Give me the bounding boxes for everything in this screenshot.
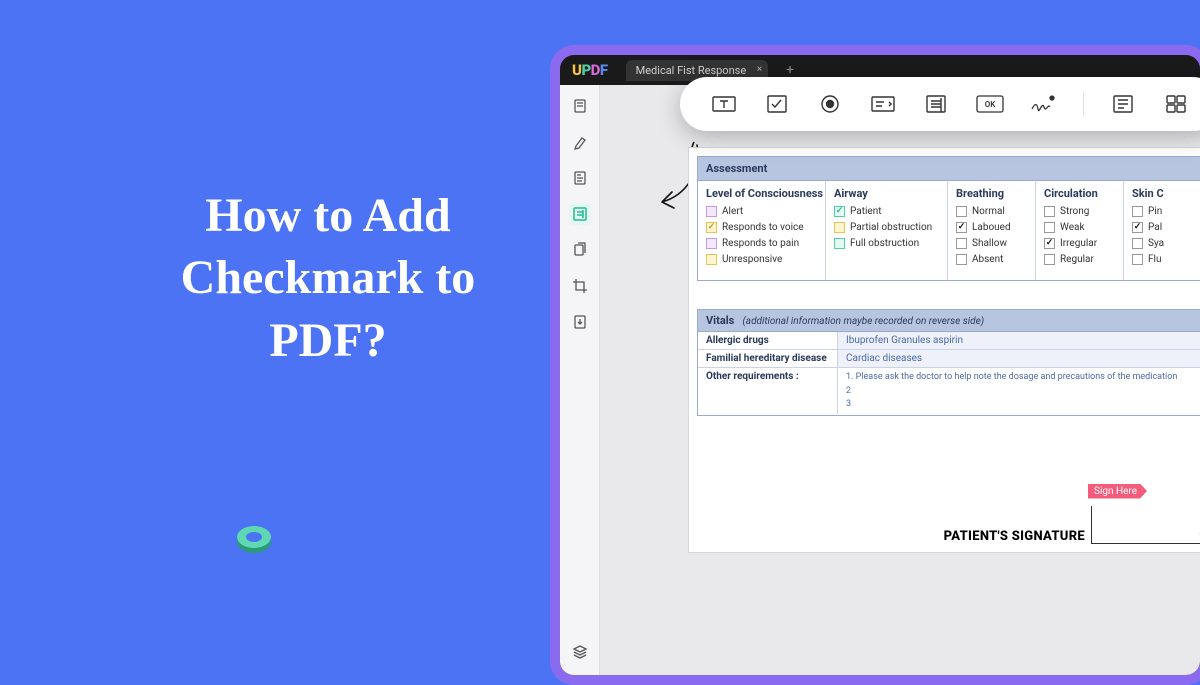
document-canvas: OK Assessment Level of Consciousness Ale… — [600, 85, 1200, 675]
checkbox-label: Sya — [1148, 238, 1164, 249]
vitals-value[interactable]: 1. Please ask the doctor to help note th… — [838, 368, 1200, 415]
add-tab-button[interactable]: + — [786, 62, 794, 78]
checkbox[interactable] — [956, 222, 967, 233]
vitals-section: Vitals (additional information maybe rec… — [697, 309, 1200, 416]
form-toolbar: OK — [680, 77, 1200, 131]
checkbox-label: Normal — [972, 206, 1005, 217]
checkbox-label: Weak — [1060, 222, 1085, 233]
checkbox[interactable] — [1044, 238, 1055, 249]
checkbox-label: Patient — [850, 206, 882, 217]
checkbox-label: Laboued — [972, 222, 1011, 233]
form-icon[interactable] — [569, 203, 591, 225]
col-title: Airway — [834, 187, 939, 200]
checkbox[interactable] — [1132, 222, 1143, 233]
vitals-label: Familial hereditary disease — [698, 350, 838, 367]
checkbox[interactable] — [706, 238, 717, 249]
checkbox[interactable] — [956, 206, 967, 217]
signature-icon[interactable] — [1030, 92, 1057, 116]
close-icon[interactable]: × — [757, 64, 762, 75]
svg-text:OK: OK — [984, 100, 996, 109]
checkbox[interactable] — [706, 254, 717, 265]
updf-logo: UPDF — [572, 61, 608, 79]
vitals-value[interactable]: Ibuprofen Granules aspirin — [838, 332, 1200, 349]
signature-area: PATIENT'S SIGNATURE Sign Here Ri — [697, 506, 1200, 544]
checkbox-icon[interactable] — [763, 92, 790, 116]
highlight-icon[interactable] — [569, 131, 591, 153]
toolbar-separator — [1083, 92, 1084, 116]
checkbox-label: Full obstruction — [850, 238, 919, 249]
dropdown-icon[interactable] — [869, 92, 896, 116]
form-field-icon[interactable] — [1110, 92, 1137, 116]
checkbox-label: Unresponsive — [722, 254, 782, 265]
checkbox[interactable] — [834, 238, 845, 249]
checkbox-label: Irregular — [1060, 238, 1097, 249]
checkbox-label: Flu — [1148, 254, 1161, 265]
col-title: Circulation — [1044, 187, 1115, 200]
assessment-grid: Level of Consciousness Alert Responds to… — [697, 181, 1200, 281]
checkbox-label: Shallow — [972, 238, 1007, 249]
note-icon[interactable] — [569, 167, 591, 189]
layers-icon[interactable] — [569, 641, 591, 663]
checkbox[interactable] — [956, 238, 967, 249]
crop-icon[interactable] — [569, 275, 591, 297]
sign-here-tag: Sign Here — [1088, 484, 1147, 499]
left-sidebar — [560, 85, 600, 675]
checkbox[interactable] — [834, 206, 845, 217]
app-window: UPDF Medical Fist Response× + — [560, 55, 1200, 675]
checkbox[interactable] — [1132, 206, 1143, 217]
grid-icon[interactable] — [1163, 92, 1190, 116]
checkbox-label: Partial obstruction — [850, 222, 932, 233]
checkbox-label: Pin — [1148, 206, 1162, 217]
page-title: How to Add Checkmark to PDF? — [128, 185, 528, 372]
assessment-header: Assessment — [697, 156, 1200, 181]
app-window-frame: UPDF Medical Fist Response× + — [550, 45, 1200, 685]
checkbox-label: Pal — [1148, 222, 1162, 233]
text-field-icon[interactable] — [710, 92, 737, 116]
vitals-label: Other requirements : — [698, 368, 838, 414]
col-title: Skin C — [1132, 187, 1200, 200]
ring-decoration — [233, 518, 275, 560]
checkbox-label: Regular — [1060, 254, 1094, 265]
vitals-value[interactable]: Cardiac diseases — [838, 350, 1200, 367]
list-box-icon[interactable] — [923, 92, 950, 116]
checkbox-label: Absent — [972, 254, 1003, 265]
checkbox[interactable] — [956, 254, 967, 265]
checkbox[interactable] — [1132, 238, 1143, 249]
col-title: Level of Consciousness — [706, 187, 817, 200]
checkbox-label: Responds to voice — [722, 222, 804, 233]
checkbox[interactable] — [706, 206, 717, 217]
pdf-document: Assessment Level of Consciousness Alert … — [688, 147, 1200, 553]
checkbox[interactable] — [834, 222, 845, 233]
vitals-label: Allergic drugs — [698, 332, 838, 349]
signature-field[interactable]: Sign Here Ri — [1091, 506, 1200, 544]
checkbox-label: Alert — [722, 206, 743, 217]
page-icon[interactable] — [569, 95, 591, 117]
col-title: Breathing — [956, 187, 1027, 200]
checkbox[interactable] — [1132, 254, 1143, 265]
export-icon[interactable] — [569, 311, 591, 333]
ok-button-icon[interactable]: OK — [976, 92, 1004, 116]
radio-button-icon[interactable] — [816, 92, 843, 116]
signature-label: PATIENT'S SIGNATURE — [944, 529, 1085, 544]
checkbox[interactable] — [706, 222, 717, 233]
checkbox-label: Strong — [1060, 206, 1089, 217]
checkbox[interactable] — [1044, 222, 1055, 233]
checkbox[interactable] — [1044, 206, 1055, 217]
checkbox[interactable] — [1044, 254, 1055, 265]
vitals-header: Vitals (additional information maybe rec… — [698, 310, 1200, 332]
checkbox-label: Responds to pain — [722, 238, 799, 249]
copy-icon[interactable] — [569, 239, 591, 261]
workspace: OK Assessment Level of Consciousness Ale… — [560, 85, 1200, 675]
